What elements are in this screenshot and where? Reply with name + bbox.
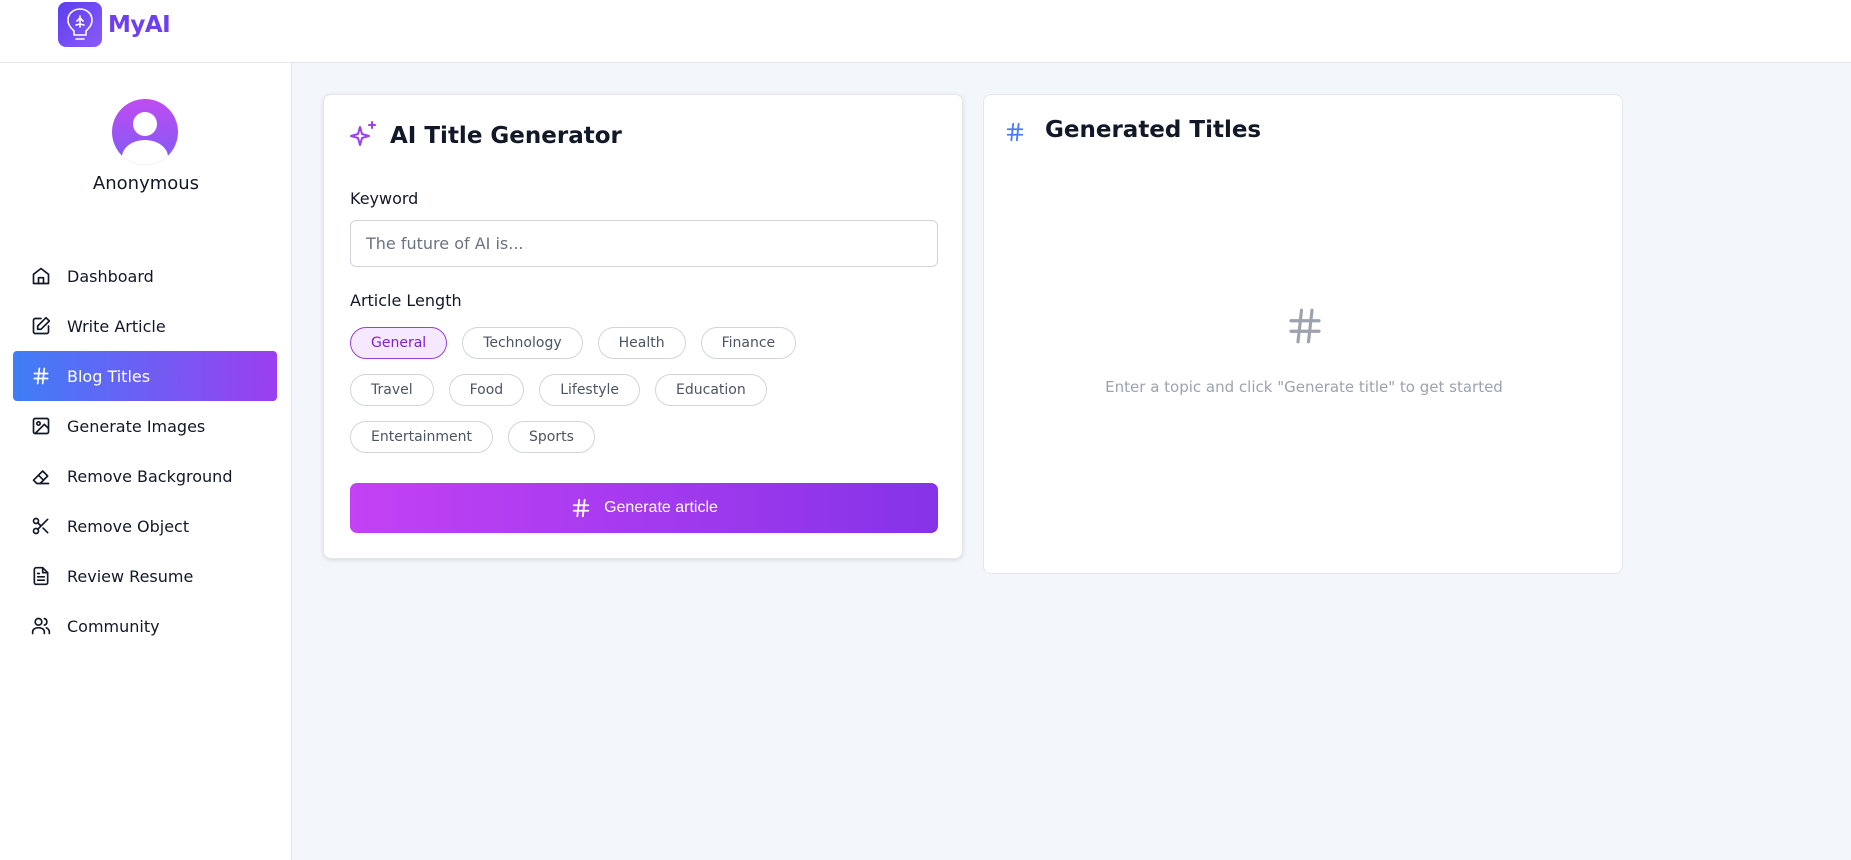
sidebar-item-community[interactable]: Community <box>13 601 277 651</box>
sidebar-item-review-resume[interactable]: Review Resume <box>13 551 277 601</box>
sparkles-icon <box>348 119 380 155</box>
hash-icon <box>31 366 51 386</box>
file-text-icon <box>31 566 51 586</box>
sidebar-item-remove-object[interactable]: Remove Object <box>13 501 277 551</box>
sidebar-item-dashboard[interactable]: Dashboard <box>13 251 277 301</box>
category-chip-general[interactable]: General <box>350 327 448 359</box>
card-title: AI Title Generator <box>390 123 622 149</box>
title-generator-card: AI Title Generator Keyword Article Lengt… <box>323 94 963 559</box>
generate-article-button[interactable]: Generate article <box>350 483 938 533</box>
category-chip-finance[interactable]: Finance <box>700 327 797 359</box>
scissors-icon <box>31 516 51 536</box>
category-chip-technology[interactable]: Technology <box>462 327 583 359</box>
sidebar-item-label: Remove Object <box>67 516 190 536</box>
keyword-input[interactable] <box>350 220 938 267</box>
article-length-label: Article Length <box>350 291 462 310</box>
category-chip-food[interactable]: Food <box>448 374 525 406</box>
generate-article-label: Generate article <box>604 499 718 516</box>
sidebar-item-label: Generate Images <box>67 416 206 436</box>
sidebar-item-label: Write Article <box>67 316 166 336</box>
hash-icon <box>570 497 592 519</box>
category-chip-lifestyle[interactable]: Lifestyle <box>539 374 641 406</box>
top-bar: MyAI <box>0 0 1851 63</box>
sidebar-item-label: Dashboard <box>67 266 154 286</box>
sidebar-item-remove-background[interactable]: Remove Background <box>13 451 277 501</box>
sidebar-item-label: Community <box>67 616 160 636</box>
sidebar-item-generate-images[interactable]: Generate Images <box>13 401 277 451</box>
card-title: Generated Titles <box>1045 117 1262 143</box>
sidebar-item-label: Review Resume <box>67 566 194 586</box>
home-icon <box>31 266 51 286</box>
sidebar-nav: Dashboard Write Article Blog Titles Gene… <box>13 251 277 651</box>
user-name: Anonymous <box>92 173 200 194</box>
category-chip-education[interactable]: Education <box>655 374 767 406</box>
avatar[interactable] <box>112 99 178 165</box>
users-icon <box>31 616 51 636</box>
app-name[interactable]: MyAI <box>108 12 171 38</box>
hash-icon <box>1004 121 1026 147</box>
sidebar: Anonymous Dashboard Write Article Blog T… <box>0 63 292 860</box>
empty-state-hash-icon <box>1284 305 1326 351</box>
generated-titles-card: Generated Titles Enter a topic and click… <box>983 94 1623 574</box>
sidebar-item-label: Blog Titles <box>67 366 151 386</box>
image-icon <box>31 416 51 436</box>
category-chips: General Technology Health Finance Travel… <box>350 327 938 468</box>
sidebar-item-blog-titles[interactable]: Blog Titles <box>13 351 277 401</box>
category-chip-travel[interactable]: Travel <box>350 374 434 406</box>
category-chip-entertainment[interactable]: Entertainment <box>350 421 494 453</box>
sidebar-item-label: Remove Background <box>67 466 233 486</box>
category-chip-sports[interactable]: Sports <box>508 421 595 453</box>
logo-icon[interactable] <box>58 2 102 47</box>
edit-icon <box>31 316 51 336</box>
empty-state-message: Enter a topic and click "Generate title"… <box>1105 378 1503 396</box>
category-chip-health[interactable]: Health <box>597 327 686 359</box>
sidebar-item-write-article[interactable]: Write Article <box>13 301 277 351</box>
keyword-label: Keyword <box>350 189 419 208</box>
eraser-icon <box>31 466 51 486</box>
